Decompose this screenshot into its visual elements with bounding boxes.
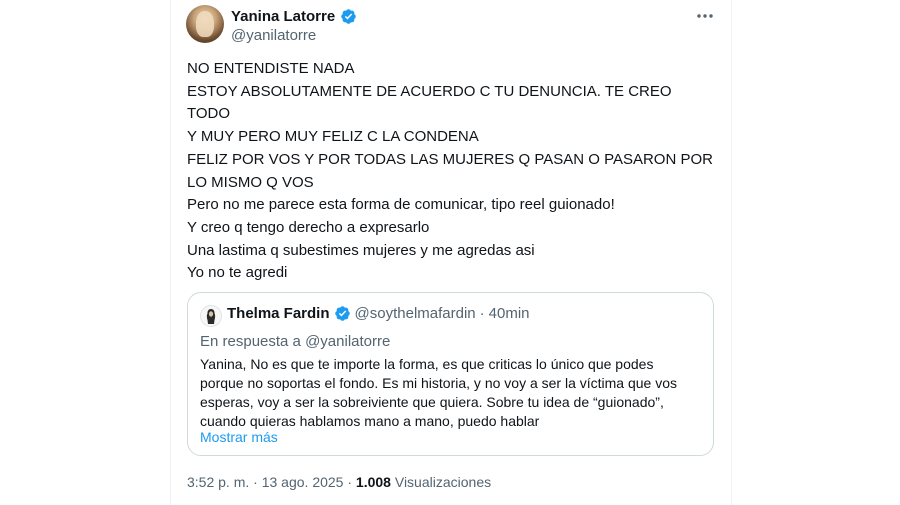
quoted-display-name: Thelma Fardin <box>227 305 330 322</box>
show-more-link[interactable]: Mostrar más <box>200 429 278 445</box>
quoted-tweet[interactable]: Thelma Fardin @soythelmafardin · 40min E… <box>187 292 714 456</box>
quoted-header: Thelma Fardin @soythelmafardin · 40min <box>227 305 530 322</box>
post-date[interactable]: 13 ago. 2025 <box>262 474 344 490</box>
quoted-separator: · <box>479 305 485 322</box>
tweet-line: FELIZ POR VOS Y POR TODAS LAS MUJERES Q … <box>187 150 713 168</box>
views-count: 1.008 <box>355 474 391 490</box>
quoted-text: Yanina, No es que te importe la forma, e… <box>200 355 700 431</box>
tweet-line: TODO <box>187 105 231 123</box>
tweet-line: Yo no te agredi <box>187 264 288 282</box>
quoted-handle: @soythelmafardin <box>354 305 476 322</box>
verified-badge-icon <box>334 305 351 322</box>
quoted-time: 40min <box>488 305 530 322</box>
quoted-reply-context: En respuesta a @yanilatorre <box>200 333 390 350</box>
quoted-line: porque no soportas el fondo. Es mi histo… <box>200 375 678 391</box>
reply-prefix: En respuesta a <box>200 333 301 350</box>
meta-separator: · <box>347 474 353 490</box>
tweet-line: Y MUY PERO MUY FELIZ C LA CONDENA <box>187 128 479 146</box>
post-time[interactable]: 3:52 p. m. <box>187 474 249 490</box>
author-display-name[interactable]: Yanina Latorre <box>231 8 335 25</box>
views-label: Visualizaciones <box>394 474 492 490</box>
author-name-row: Yanina Latorre <box>231 8 357 25</box>
tweet-card: Yanina Latorre @yanilatorre NO ENTENDIST… <box>170 0 732 505</box>
author-handle[interactable]: @yanilatorre <box>231 27 316 44</box>
tweet-line: Una lastima q subestimes mujeres y me ag… <box>187 241 535 259</box>
more-options-button[interactable] <box>693 6 717 26</box>
meta-separator: · <box>253 474 258 490</box>
tweet-line: LO MISMO Q VOS <box>187 173 314 191</box>
quoted-author-avatar <box>200 305 222 327</box>
tweet-metadata: 3:52 p. m. · 13 ago. 2025 · 1.008 Visual… <box>187 474 491 490</box>
more-horizontal-icon <box>697 14 713 18</box>
verified-badge-icon <box>340 8 357 25</box>
tweet-line: NO ENTENDISTE NADA <box>187 60 355 77</box>
quoted-line: esperas, voy a ser la sobreiviente que q… <box>200 394 664 410</box>
author-avatar[interactable] <box>186 5 224 43</box>
tweet-line: Y creo q tengo derecho a expresarlo <box>187 218 430 236</box>
tweet-line: Pero no me parece esta forma de comunica… <box>187 196 615 214</box>
quoted-line: Yanina, No es que te importe la forma, e… <box>200 356 654 372</box>
tweet-text: NO ENTENDISTE NADA ESTOY ABSOLUTAMENTE D… <box>187 58 717 285</box>
tweet-line: ESTOY ABSOLUTAMENTE DE ACUERDO C TU DENU… <box>187 82 672 100</box>
reply-mention: @yanilatorre <box>305 333 391 350</box>
